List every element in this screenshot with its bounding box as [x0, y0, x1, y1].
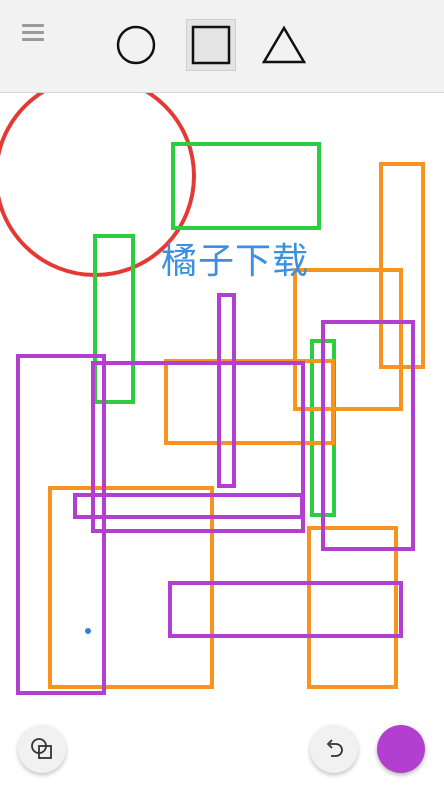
purple-rectangle-shape[interactable]: [91, 361, 305, 533]
circle-icon: [116, 25, 156, 65]
undo-button[interactable]: [310, 725, 358, 773]
color-picker-button[interactable]: [377, 725, 425, 773]
menu-button[interactable]: [22, 24, 46, 44]
watermark-text: 橘子下载: [161, 241, 310, 282]
purple-rectangle-shape[interactable]: [217, 293, 236, 488]
purple-rectangle-shape[interactable]: [73, 493, 304, 519]
triangle-tool-button[interactable]: [259, 19, 309, 71]
square-tool-button[interactable]: [186, 19, 236, 71]
shapes-icon: [31, 738, 52, 759]
triangle-icon: [262, 25, 306, 64]
drawing-canvas[interactable]: [0, 93, 444, 713]
orange-rectangle-shape[interactable]: [307, 526, 398, 689]
square-icon: [191, 25, 231, 65]
undo-icon: [326, 739, 343, 757]
top-toolbar: [0, 0, 444, 93]
hamburger-menu-icon: [22, 24, 44, 27]
circle-tool-button[interactable]: [111, 19, 161, 71]
orange-rectangle-shape[interactable]: [164, 359, 335, 445]
purple-rectangle-shape[interactable]: [168, 581, 403, 638]
green-rectangle-shape[interactable]: [93, 234, 135, 404]
shapes-button[interactable]: [18, 725, 66, 773]
blue-dot-shape: [85, 628, 91, 634]
